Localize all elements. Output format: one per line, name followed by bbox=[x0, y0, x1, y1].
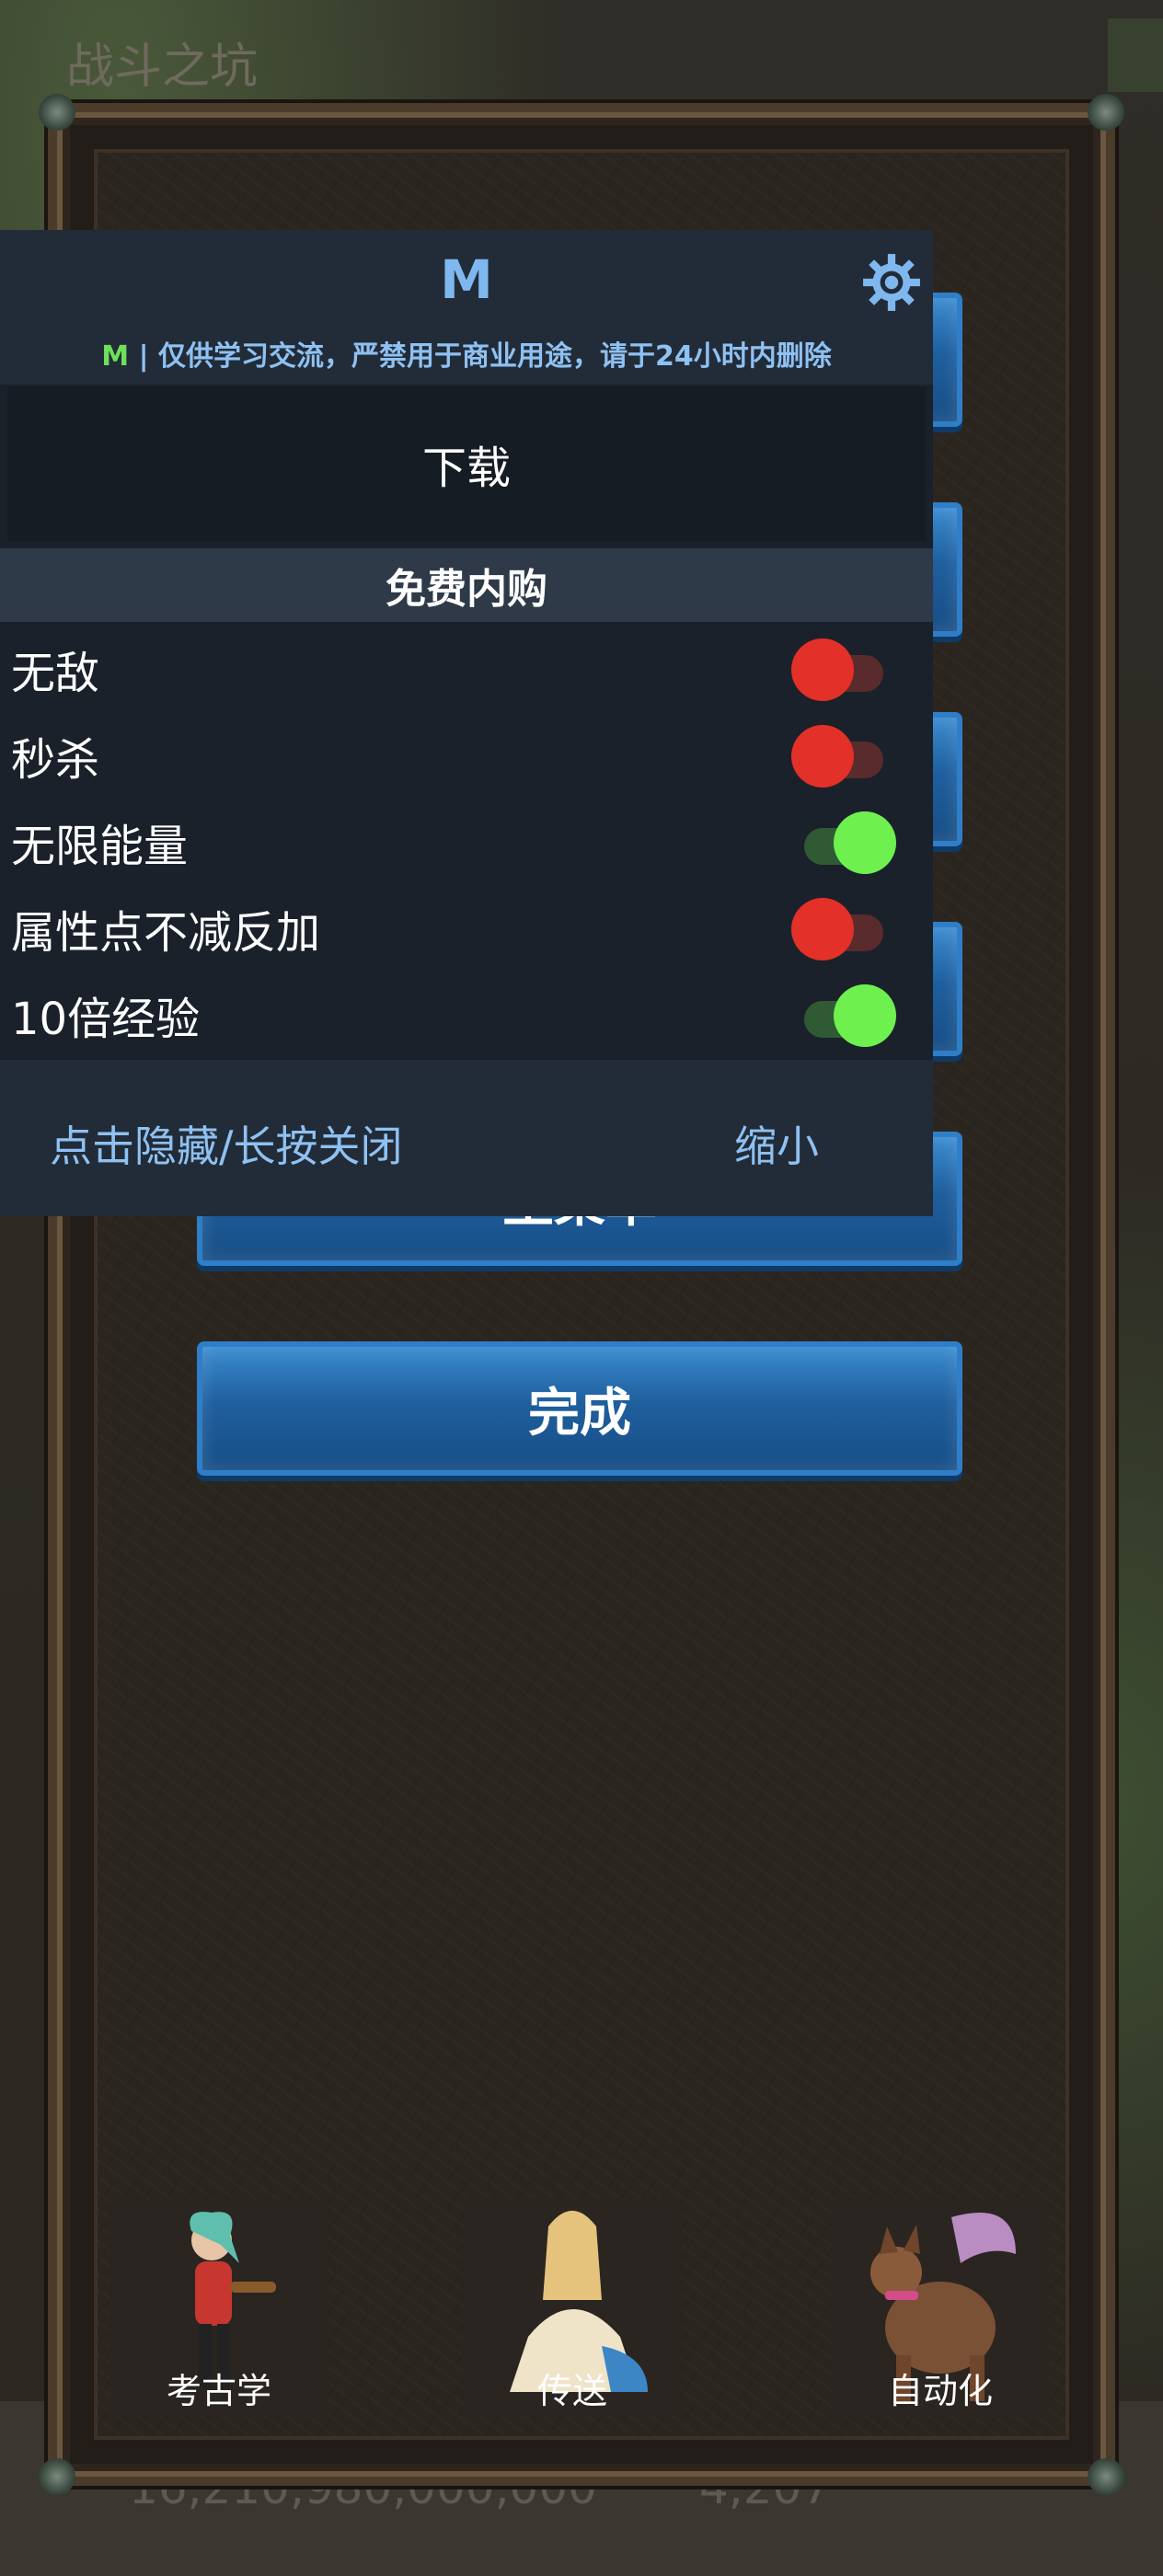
invincible-toggle[interactable] bbox=[791, 638, 894, 701]
section-header: 免费内购 bbox=[0, 548, 933, 622]
option-label: 无限能量 bbox=[11, 821, 189, 872]
toggle-knob bbox=[791, 725, 854, 788]
download-button[interactable]: 下载 bbox=[7, 386, 926, 541]
option-label: 无敌 bbox=[11, 648, 100, 699]
automation-label: 自动化 bbox=[887, 2371, 993, 2411]
option-label: 属性点不减反加 bbox=[11, 907, 321, 959]
frame-corner-ornament bbox=[1088, 2458, 1124, 2495]
mod-menu-notice: M | 仅供学习交流，严禁用于商业用途，请于24小时内删除 bbox=[0, 333, 933, 374]
mod-menu-header: M M | 仅供学习交流，严禁用于商业用途，请于24小时内删除 bbox=[0, 230, 933, 385]
option-label: 10倍经验 bbox=[11, 994, 201, 1045]
toggle-knob bbox=[791, 898, 854, 960]
option-row-one-hit-kill[interactable]: 秒杀 bbox=[0, 712, 933, 797]
option-row-10x-exp[interactable]: 10倍经验 bbox=[0, 972, 933, 1056]
one-hit-kill-toggle[interactable] bbox=[791, 725, 894, 788]
frame-corner-ornament bbox=[39, 94, 75, 131]
notice-prefix: M bbox=[101, 340, 130, 373]
gear-icon[interactable] bbox=[861, 252, 922, 313]
toggle-knob bbox=[791, 638, 854, 701]
toggle-knob bbox=[834, 811, 896, 874]
mod-menu-footer: 点击隐藏/长按关闭 缩小 bbox=[0, 1060, 933, 1216]
map-edge-decoration bbox=[1108, 18, 1163, 92]
notice-text: | 仅供学习交流，严禁用于商业用途，请于24小时内删除 bbox=[129, 340, 832, 373]
toggle-knob bbox=[834, 984, 896, 1047]
done-button[interactable]: 完成 bbox=[197, 1341, 962, 1476]
frame-corner-ornament bbox=[1088, 94, 1124, 131]
frame-corner-ornament bbox=[39, 2458, 75, 2495]
option-row-unlimited-energy[interactable]: 无限能量 bbox=[0, 799, 933, 883]
10x-exp-toggle[interactable] bbox=[791, 984, 896, 1047]
attribute-points-toggle[interactable] bbox=[791, 898, 894, 960]
mod-menu-title: M bbox=[440, 248, 493, 311]
teleport-label: 传送 bbox=[536, 2371, 607, 2411]
unlimited-energy-toggle[interactable] bbox=[791, 811, 896, 874]
option-label: 秒杀 bbox=[11, 734, 100, 786]
map-area-title: 战斗之坑 bbox=[66, 40, 259, 95]
archaeology-label: 考古学 bbox=[166, 2371, 271, 2411]
mod-menu-panel: M M | 仅供学习交流，严禁用于商业用途，请于24小时内删除 下载 免费内购 … bbox=[0, 230, 933, 1216]
option-row-attribute-points[interactable]: 属性点不减反加 bbox=[0, 885, 933, 970]
done-label: 完成 bbox=[528, 1383, 631, 1443]
option-row-invincible[interactable]: 无敌 bbox=[0, 626, 933, 710]
hide-close-button[interactable]: 点击隐藏/长按关闭 bbox=[50, 1113, 403, 1174]
minimize-button[interactable]: 缩小 bbox=[734, 1113, 819, 1174]
